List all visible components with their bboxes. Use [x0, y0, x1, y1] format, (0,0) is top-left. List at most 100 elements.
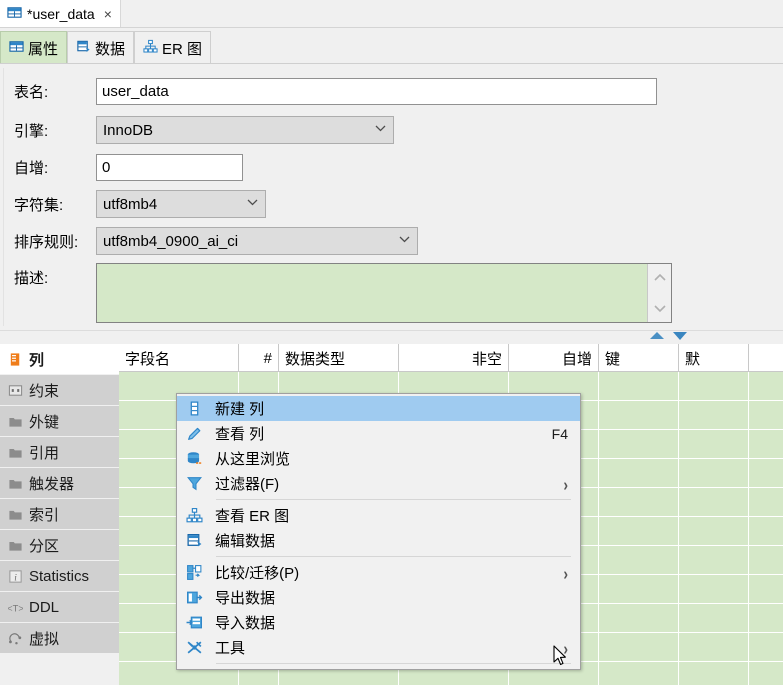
chevron-down-icon	[374, 124, 387, 136]
field-row-table-name: 表名: user_data	[14, 78, 657, 105]
table-cell[interactable]	[679, 372, 749, 401]
table-cell[interactable]	[599, 401, 679, 430]
grid-header-cell[interactable]: 字段名	[119, 344, 239, 372]
context-menu-item-label: 工具	[215, 640, 246, 657]
table-cell[interactable]	[679, 488, 749, 517]
properties-tab-strip: 属性 数据 ER 图	[0, 29, 783, 64]
context-menu-item-label: 从这里浏览	[215, 451, 291, 468]
charset-label: 字符集:	[14, 196, 64, 214]
tab-data[interactable]: 数据	[67, 31, 135, 64]
context-menu-item[interactable]: 过滤器(F) ›	[177, 471, 580, 496]
svg-text:i: i	[14, 573, 17, 583]
sidebar-item-label: 虚拟	[29, 630, 60, 648]
engine-select[interactable]: InnoDB	[96, 116, 394, 144]
context-menu-item[interactable]: 导出数据	[177, 585, 580, 610]
sidebar-item-4[interactable]: 触发器	[0, 468, 119, 499]
context-menu-separator	[216, 556, 571, 557]
grid-header-cell[interactable]: 数据类型	[279, 344, 399, 372]
description-value[interactable]	[97, 264, 647, 322]
table-cell[interactable]	[599, 546, 679, 575]
auto-increment-input[interactable]: 0	[96, 154, 243, 181]
scroll-up-icon[interactable]	[653, 270, 667, 285]
sidebar-item-1[interactable]: 约束	[0, 375, 119, 406]
sidebar-item-3[interactable]: 引用	[0, 437, 119, 468]
svg-text:<T>: <T>	[8, 603, 23, 613]
scroll-down-icon[interactable]	[653, 301, 667, 316]
table-cell[interactable]	[599, 517, 679, 546]
table-cell[interactable]	[679, 604, 749, 633]
context-menu-item-label: 比较/迁移(P)	[215, 565, 300, 582]
description-textarea[interactable]	[96, 263, 672, 323]
tab-properties-label: 属性	[28, 40, 59, 58]
table-cell[interactable]	[599, 488, 679, 517]
table-name-value: user_data	[102, 83, 169, 100]
mouse-cursor	[553, 645, 567, 667]
context-menu-item[interactable]: 工具 ›	[177, 635, 580, 660]
table-cell[interactable]	[679, 575, 749, 604]
sidebar-item-label: 约束	[29, 382, 60, 400]
sidebar-item-0[interactable]: 列	[0, 344, 119, 375]
context-menu-item[interactable]: 新建 列	[177, 396, 580, 421]
description-scrollbar[interactable]	[647, 264, 671, 322]
charset-value: utf8mb4	[103, 195, 158, 213]
collation-label: 排序规则:	[14, 233, 79, 251]
table-name-input[interactable]: user_data	[96, 78, 657, 105]
description-label: 描述:	[14, 270, 49, 287]
submenu-chevron-icon: ›	[563, 473, 568, 494]
context-menu-item[interactable]: 查看 列 F4	[177, 421, 580, 446]
structure-sidebar: 列约束外键 引用 触发器 索引 分区 i Statistics <T> DDL 虚拟	[0, 344, 119, 685]
table-cell[interactable]	[679, 401, 749, 430]
editor-tab-user-data[interactable]: *user_data ×	[0, 0, 121, 28]
context-menu-item[interactable]: 导入数据	[177, 610, 580, 635]
close-icon[interactable]: ×	[104, 6, 112, 22]
table-icon	[9, 39, 24, 58]
collation-select[interactable]: utf8mb4_0900_ai_ci	[96, 227, 418, 255]
table-cell[interactable]	[679, 546, 749, 575]
field-row-collation: 排序规则: utf8mb4_0900_ai_ci	[14, 227, 418, 255]
panel-divider[interactable]	[0, 330, 783, 344]
context-menu-item[interactable]: 比较/迁移(P) ›	[177, 560, 580, 585]
table-cell[interactable]	[679, 459, 749, 488]
sidebar-item-5[interactable]: 索引	[0, 499, 119, 530]
new-column-icon	[186, 400, 205, 417]
context-menu-item[interactable]: 查看 ER 图	[177, 503, 580, 528]
context-menu-item[interactable]: 从这里浏览	[177, 446, 580, 471]
grid-header-cell[interactable]: 自增	[509, 344, 599, 372]
context-menu[interactable]: 新建 列查看 列 F4 从这里浏览过滤器(F) › 查看 ER 图编辑数据比较/迁移(P…	[176, 393, 581, 670]
grid-header-cell[interactable]: #	[239, 344, 279, 372]
table-cell[interactable]	[599, 372, 679, 401]
sidebar-item-7[interactable]: i Statistics	[0, 561, 119, 592]
sidebar-item-9[interactable]: 虚拟	[0, 623, 119, 654]
table-cell[interactable]	[679, 662, 749, 685]
table-cell[interactable]	[679, 430, 749, 459]
table-cell[interactable]	[599, 604, 679, 633]
context-menu-item[interactable]: 编辑数据	[177, 528, 580, 553]
info-icon: i	[8, 569, 23, 584]
columns-icon	[8, 352, 23, 367]
table-cell[interactable]	[679, 633, 749, 662]
grid-header-cell[interactable]: 键	[599, 344, 679, 372]
sort-desc-arrow[interactable]	[673, 332, 687, 340]
context-menu-separator	[216, 663, 571, 664]
collation-value: utf8mb4_0900_ai_ci	[103, 232, 239, 250]
context-menu-item-label: 导入数据	[215, 615, 276, 632]
table-cell[interactable]	[599, 430, 679, 459]
sort-asc-arrow[interactable]	[650, 332, 664, 339]
table-cell[interactable]	[599, 459, 679, 488]
grid-header-cell[interactable]: 非空	[399, 344, 509, 372]
table-cell[interactable]	[599, 575, 679, 604]
table-cell[interactable]	[599, 662, 679, 685]
tab-properties[interactable]: 属性	[0, 31, 68, 64]
sidebar-item-2[interactable]: 外键	[0, 406, 119, 437]
table-cell[interactable]	[599, 633, 679, 662]
field-row-engine: 引擎: InnoDB	[14, 116, 394, 144]
import-data-icon	[186, 614, 205, 631]
filter-icon	[186, 475, 205, 492]
table-cell[interactable]	[679, 517, 749, 546]
sidebar-item-6[interactable]: 分区	[0, 530, 119, 561]
charset-select[interactable]: utf8mb4	[96, 190, 266, 218]
grid-header-cell[interactable]: 默	[679, 344, 749, 372]
sidebar-item-8[interactable]: <T> DDL	[0, 592, 119, 623]
sidebar-item-label: Statistics	[29, 567, 90, 585]
tab-er-diagram[interactable]: ER 图	[134, 31, 212, 64]
